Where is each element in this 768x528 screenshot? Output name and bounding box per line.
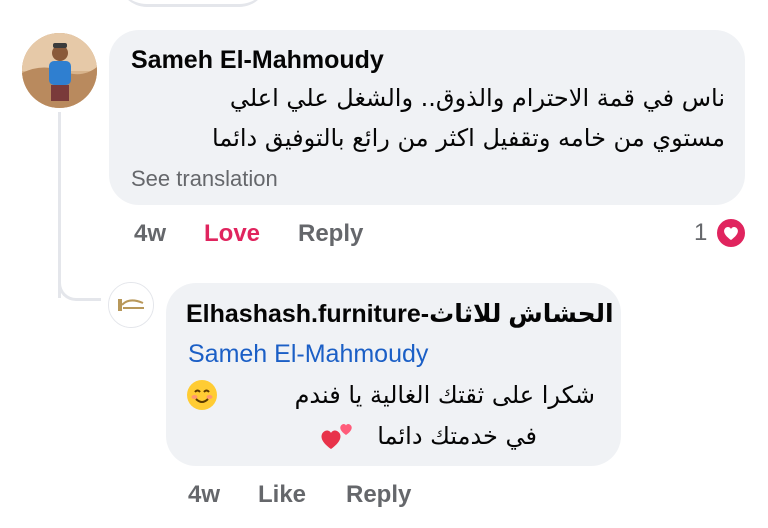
comment-text-line: مستوي من خامه وتقفيل اكثر من رائع بالتوف…: [212, 124, 725, 152]
comment-timestamp[interactable]: 4w: [134, 220, 166, 248]
reply-button[interactable]: Reply: [346, 481, 411, 509]
previous-thread-connector: [118, 0, 268, 7]
smiling-face-icon: [186, 379, 218, 411]
reply-timestamp[interactable]: 4w: [188, 481, 220, 509]
two-hearts-icon: [318, 417, 356, 453]
reaction-count[interactable]: 1: [694, 219, 707, 247]
reply-button[interactable]: Reply: [298, 220, 363, 248]
avatar[interactable]: [22, 33, 97, 108]
reply-bubble: Elhashash.furniture-الحشاش للاثاث Sameh …: [166, 283, 621, 466]
user-photo-icon: [22, 33, 97, 108]
page-avatar[interactable]: [108, 282, 154, 328]
see-translation-link[interactable]: See translation: [131, 166, 278, 192]
comment-text-line: ناس في قمة الاحترام والذوق.. والشغل علي …: [229, 84, 725, 112]
brand-logo-icon: [109, 283, 153, 327]
comment-bubble: Sameh El-Mahmoudy ناس في قمة الاحترام وا…: [109, 30, 745, 205]
love-reaction-icon[interactable]: [715, 217, 747, 249]
comment-author[interactable]: Sameh El-Mahmoudy: [131, 46, 384, 75]
like-button[interactable]: Like: [258, 481, 306, 509]
reply-text-line: في خدمتك دائما: [377, 422, 537, 450]
reply-author[interactable]: Elhashash.furniture-الحشاش للاثاث: [186, 299, 614, 329]
love-button[interactable]: Love: [204, 220, 260, 248]
mention-link[interactable]: Sameh El-Mahmoudy: [188, 340, 428, 369]
reply-text-line: شكرا على ثقتك الغالية يا فندم: [294, 381, 595, 409]
reply-thread-connector: [58, 262, 101, 301]
